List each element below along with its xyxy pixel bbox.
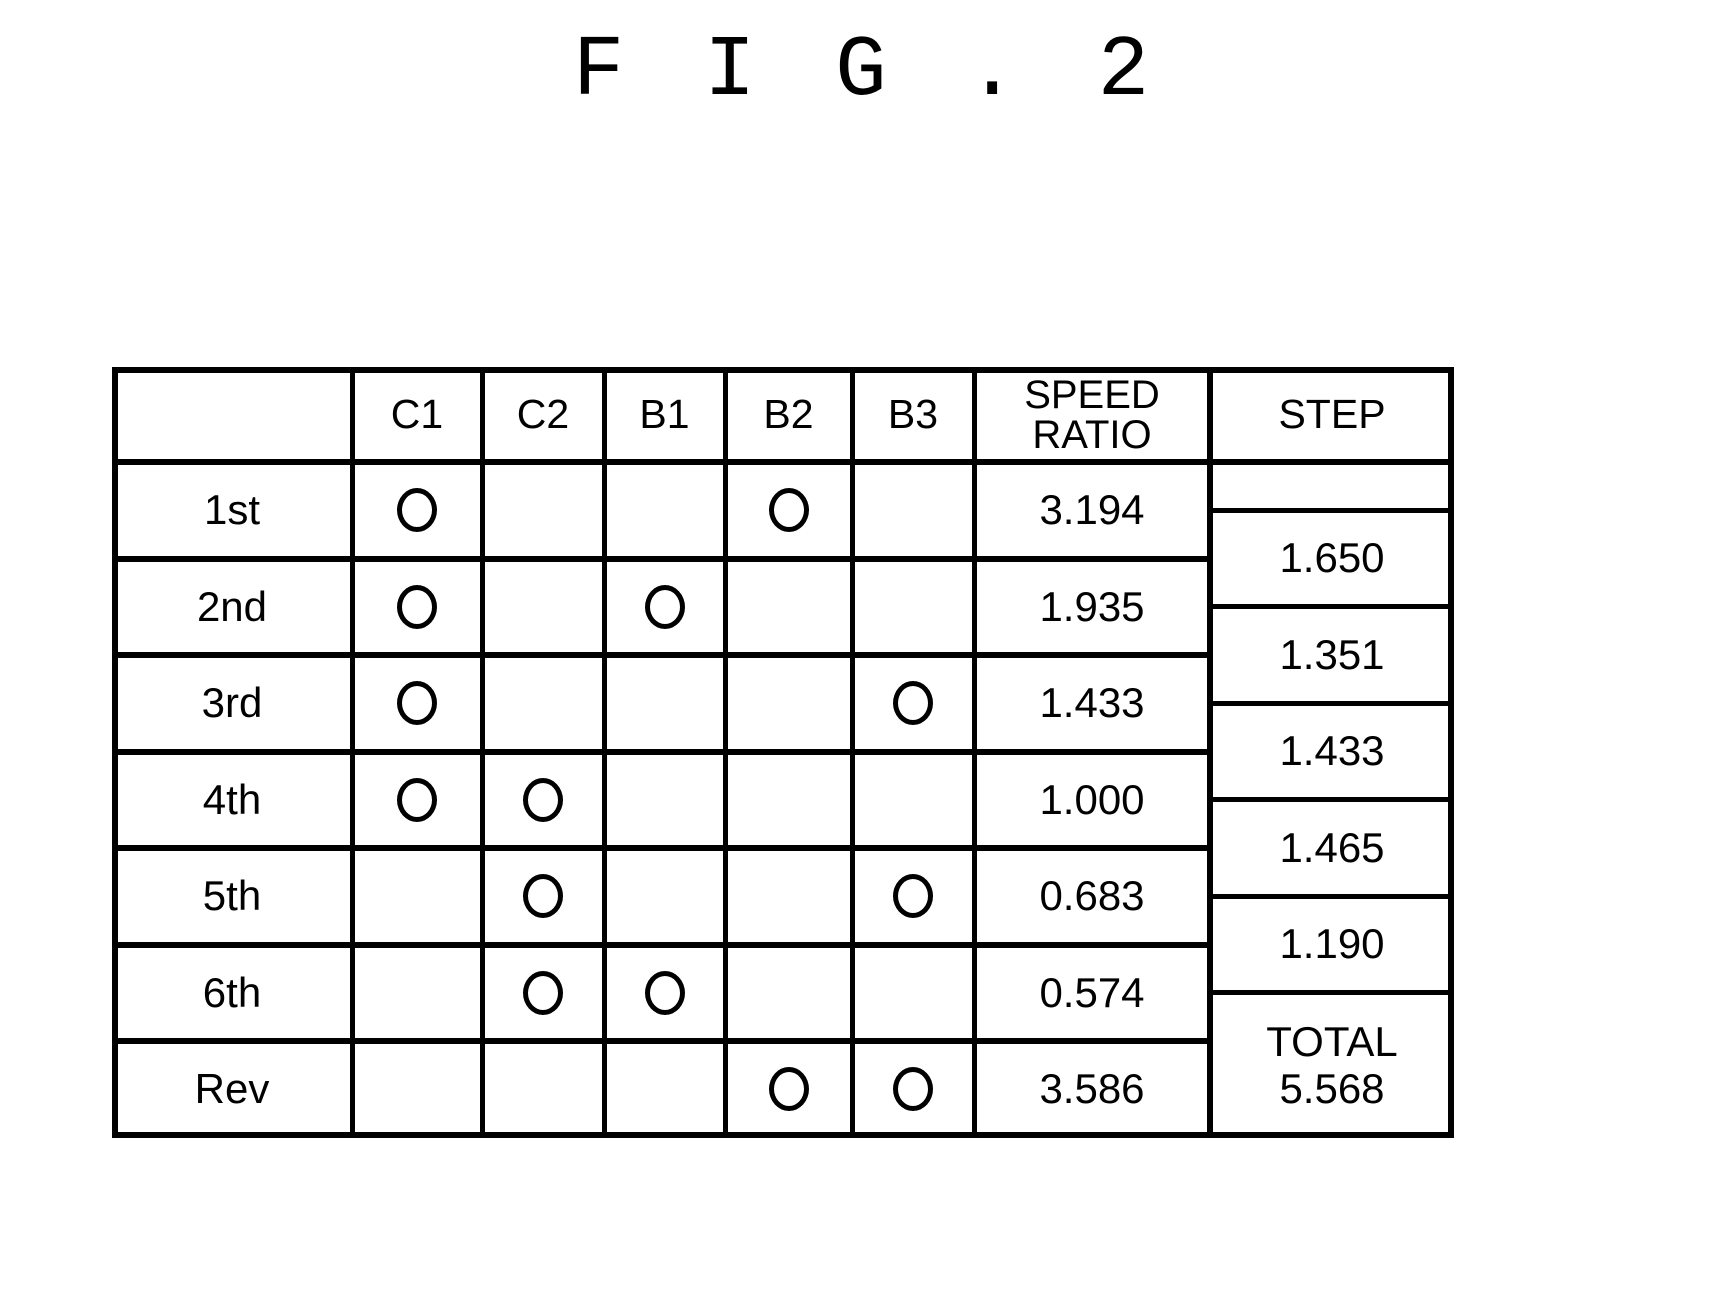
cell-3rd-b3 (852, 655, 974, 752)
cell-1st-c1 (352, 462, 482, 559)
speed-ratio-rev: 3.586 (1039, 1065, 1145, 1113)
header-bottom-rule (112, 459, 1454, 465)
engagement-mark-b1 (644, 584, 685, 629)
engagement-mark-c2 (523, 874, 563, 919)
cell-3rd-b2 (725, 655, 852, 752)
cell-2nd-c1 (352, 559, 482, 656)
engagement-mark-b3 (893, 874, 933, 919)
row-divider-2 (112, 652, 1210, 658)
engagement-mark-c1 (397, 681, 437, 726)
cell-1st-b2 (725, 462, 852, 559)
engagement-mark-c2 (523, 970, 563, 1015)
cell-1st-b3 (852, 462, 974, 559)
engagement-mark-c1 (397, 488, 437, 533)
engagement-mark-c1 (397, 584, 437, 629)
cell-4th-c2 (482, 752, 604, 849)
gear-ratio-table: C1 C2 B1 B2 B3 SPEED RATIO STEP 1st 3.194 2nd 1.93… (112, 367, 1454, 1138)
total-label: TOTAL (1266, 1018, 1398, 1066)
column-header-B2: B2 (763, 390, 814, 437)
cell-4th-b1 (604, 752, 725, 849)
cell-rev-b3 (852, 1041, 974, 1138)
engagement-mark-b3 (893, 1067, 933, 1112)
cell-6th-b2 (725, 945, 852, 1042)
speed-ratio-3rd: 1.433 (1039, 679, 1145, 727)
cell-5th-c2 (482, 848, 604, 945)
cell-5th-b1 (604, 848, 725, 945)
row-label-rev: Rev (194, 1065, 270, 1113)
step-value-1: 1.650 (1279, 534, 1385, 582)
step-divider-2 (1210, 604, 1454, 610)
step-divider-1 (1210, 507, 1454, 513)
column-header-C1: C1 (390, 390, 444, 437)
speed-ratio-5th: 0.683 (1039, 872, 1145, 920)
cell-5th-c1 (352, 848, 482, 945)
row-divider-3 (112, 748, 1210, 755)
speed-ratio-2nd: 1.935 (1039, 582, 1145, 630)
row-divider-4 (112, 845, 1210, 851)
step-value-3: 1.433 (1279, 727, 1385, 775)
cell-1st-b1 (604, 462, 725, 559)
cell-4th-b3 (852, 752, 974, 849)
step-value-5: 1.190 (1279, 920, 1385, 968)
step-divider-5 (1210, 893, 1454, 899)
row-divider-6 (112, 1038, 1210, 1044)
cell-5th-b3 (852, 848, 974, 945)
cell-rev-b1 (604, 1041, 725, 1138)
cell-rev-b2 (725, 1041, 852, 1138)
row-label-5th: 5th (202, 872, 262, 920)
step-divider-3 (1210, 700, 1454, 706)
cell-2nd-b1 (604, 559, 725, 656)
row-label-1st: 1st (203, 486, 261, 534)
row-label-3rd: 3rd (201, 679, 263, 727)
cell-rev-c2 (482, 1041, 604, 1138)
column-header-B1: B1 (639, 390, 690, 437)
cell-2nd-b2 (725, 559, 852, 656)
cell-4th-c1 (352, 752, 482, 849)
engagement-mark-b1 (644, 970, 685, 1015)
column-header-B3: B3 (887, 390, 939, 437)
row-label-4th: 4th (202, 775, 262, 823)
column-header-step: STEP (1278, 390, 1386, 437)
cell-3rd-b1 (604, 655, 725, 752)
cell-6th-b1 (604, 945, 725, 1042)
row-divider-1 (112, 555, 1210, 562)
step-divider-4 (1210, 797, 1454, 803)
step-blank-cell (1210, 462, 1454, 510)
total-cell: TOTAL 5.568 (1210, 993, 1454, 1138)
cell-1st-c2 (482, 462, 604, 559)
column-header-C2: C2 (516, 390, 570, 437)
speed-ratio-6th: 0.574 (1039, 968, 1145, 1016)
cell-3rd-c2 (482, 655, 604, 752)
row-divider-5 (112, 941, 1210, 948)
cell-5th-b2 (725, 848, 852, 945)
cell-6th-c1 (352, 945, 482, 1042)
total-value: 5.568 (1279, 1065, 1385, 1113)
engagement-mark-c2 (523, 777, 563, 822)
engagement-mark-b2 (768, 488, 809, 533)
cell-2nd-c2 (482, 559, 604, 656)
row-label-6th: 6th (202, 968, 262, 1016)
column-header-gear (112, 367, 352, 462)
cell-rev-c1 (352, 1041, 482, 1138)
speed-ratio-4th: 1.000 (1039, 775, 1145, 823)
row-label-2nd: 2nd (196, 582, 268, 630)
step-value-4: 1.465 (1279, 823, 1385, 871)
step-divider-6 (1210, 990, 1454, 996)
cell-2nd-b3 (852, 559, 974, 656)
cell-6th-c2 (482, 945, 604, 1042)
engagement-mark-b3 (893, 681, 933, 726)
cell-6th-b3 (852, 945, 974, 1042)
engagement-mark-b2 (768, 1067, 809, 1112)
speed-ratio-1st: 3.194 (1039, 486, 1145, 534)
cell-3rd-c1 (352, 655, 482, 752)
step-value-2: 1.351 (1279, 630, 1385, 678)
engagement-mark-c1 (397, 777, 437, 822)
cell-4th-b2 (725, 752, 852, 849)
column-header-ratio: SPEED RATIO (1024, 372, 1160, 457)
figure-title: F I G . 2 (572, 22, 1164, 120)
